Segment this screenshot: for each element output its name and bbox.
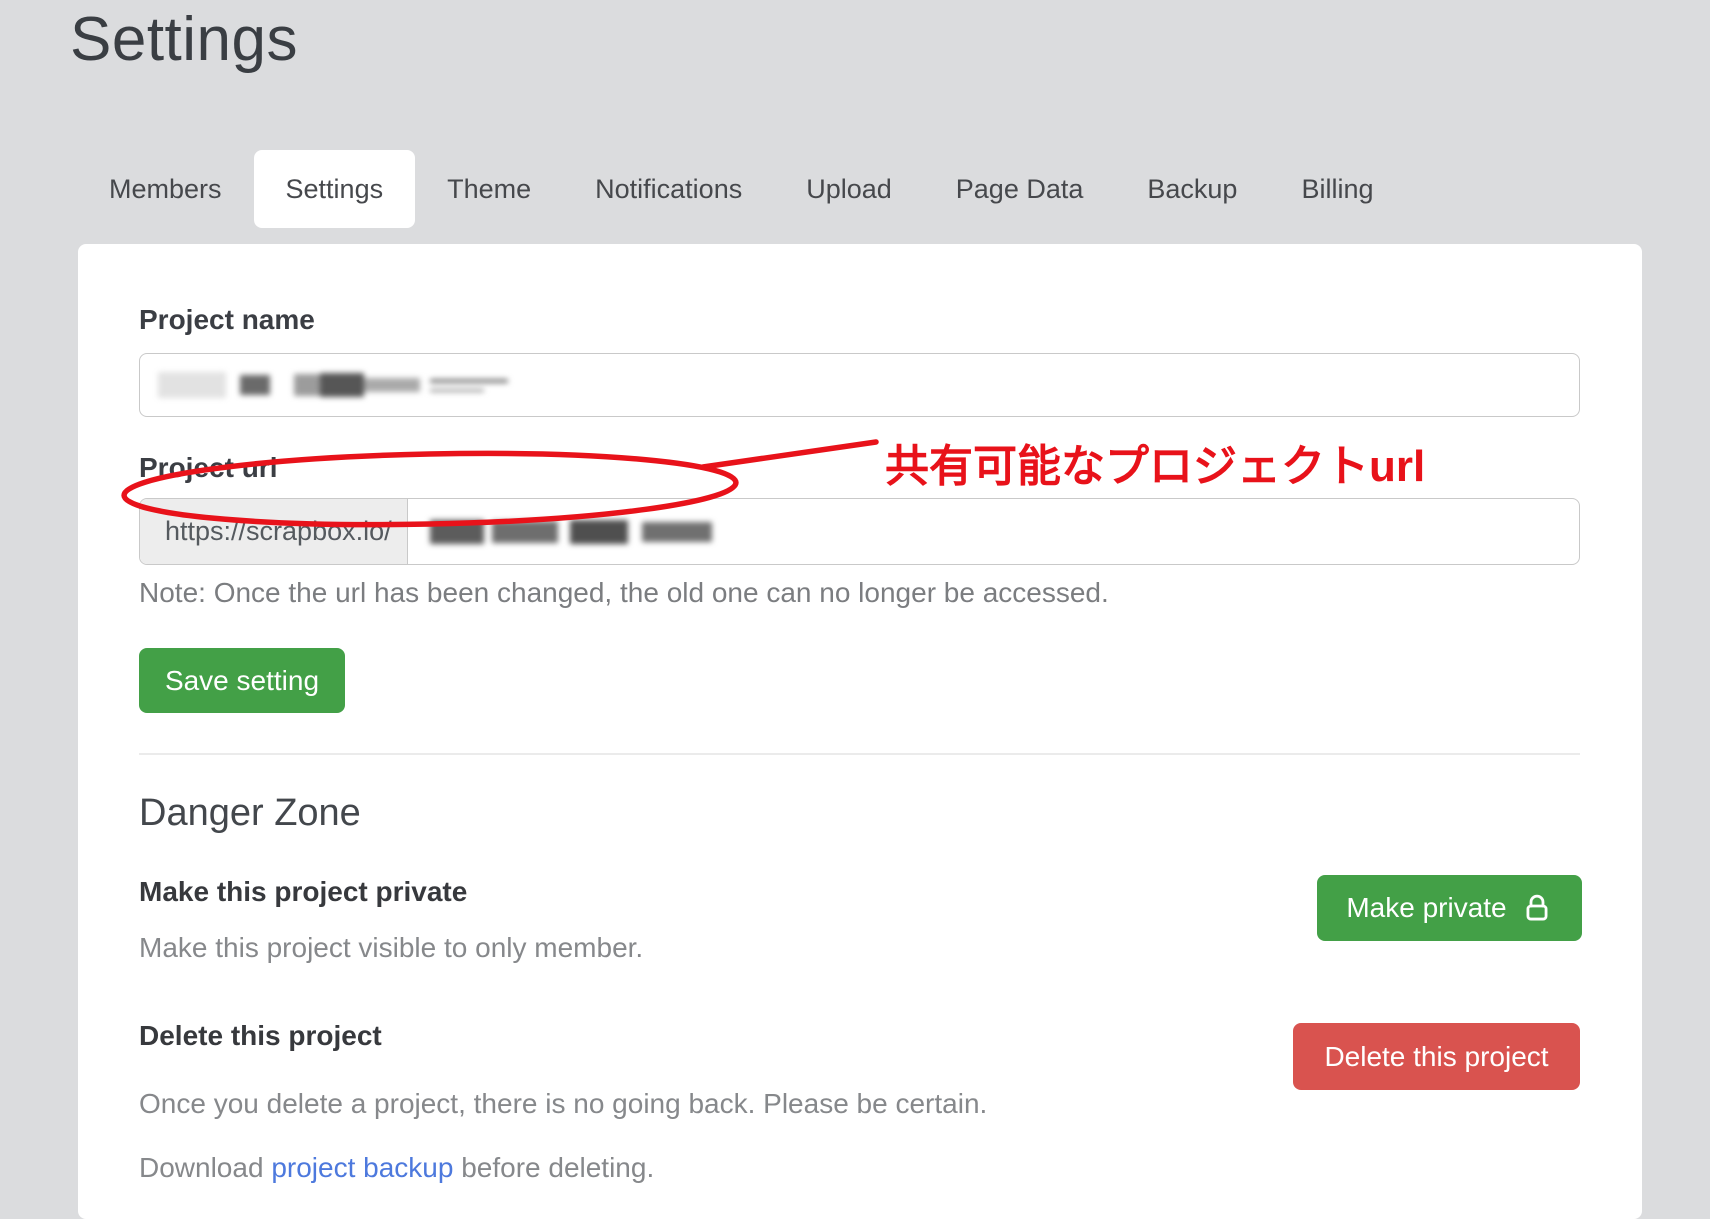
page-title: Settings (70, 4, 298, 75)
tab-theme[interactable]: Theme (415, 150, 563, 228)
delete-project-title: Delete this project (139, 1020, 382, 1052)
project-name-label: Project name (139, 304, 315, 336)
make-private-title: Make this project private (139, 876, 467, 908)
danger-zone-heading: Danger Zone (139, 792, 361, 835)
url-prefix-addon: https://scrapbox.io/ (140, 499, 408, 564)
project-url-group: https://scrapbox.io/ (139, 498, 1580, 565)
url-annotation-text: 共有可能なプロジェクトurl (885, 430, 1425, 494)
make-private-button[interactable]: Make private (1317, 875, 1582, 941)
tab-upload[interactable]: Upload (774, 150, 924, 228)
lock-icon (1521, 892, 1553, 924)
tab-backup[interactable]: Backup (1115, 150, 1269, 228)
make-private-description: Make this project visible to only member… (139, 932, 643, 964)
section-divider (139, 753, 1580, 755)
redacted-project-name (158, 372, 508, 398)
tab-settings[interactable]: Settings (254, 150, 416, 228)
project-url-input[interactable] (408, 499, 1579, 564)
backup-note-after: before deleting. (453, 1152, 654, 1183)
delete-project-description: Once you delete a project, there is no g… (139, 1088, 987, 1120)
settings-tabbar: Members Settings Theme Notifications Upl… (77, 150, 1405, 228)
tab-billing[interactable]: Billing (1269, 150, 1405, 228)
delete-project-button[interactable]: Delete this project (1293, 1023, 1580, 1090)
project-url-label: Project url (139, 452, 277, 484)
redacted-project-url (430, 520, 712, 544)
backup-note-before: Download (139, 1152, 271, 1183)
tab-notifications[interactable]: Notifications (563, 150, 774, 228)
settings-card: Project name Project url https://scrapbo… (78, 244, 1642, 1219)
tab-members[interactable]: Members (77, 150, 254, 228)
settings-page: Settings Members Settings Theme Notifica… (0, 0, 1710, 1219)
backup-note: Download project backup before deleting. (139, 1152, 654, 1184)
save-setting-button[interactable]: Save setting (139, 648, 345, 713)
make-private-button-label: Make private (1346, 892, 1506, 924)
project-backup-link[interactable]: project backup (271, 1152, 453, 1183)
project-name-input[interactable] (139, 353, 1580, 417)
url-change-note: Note: Once the url has been changed, the… (139, 577, 1109, 609)
tab-page-data[interactable]: Page Data (924, 150, 1116, 228)
